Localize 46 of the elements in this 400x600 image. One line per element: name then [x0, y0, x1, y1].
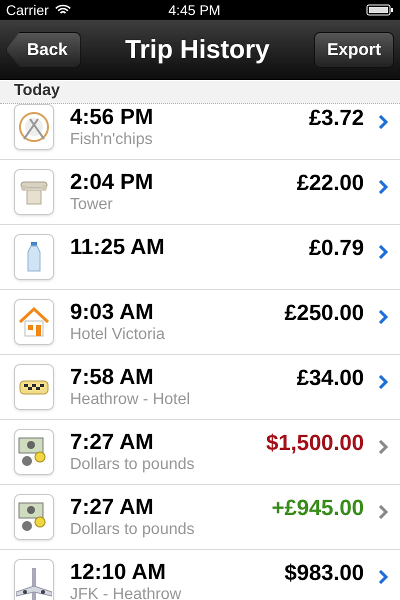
battery-icon [366, 4, 394, 16]
trip-amount: $1,500.00 [266, 429, 364, 457]
trip-time: 9:03 AM [70, 299, 155, 325]
trip-amount: £34.00 [296, 364, 364, 392]
trip-row[interactable]: 7:27 AM Dollars to pounds +£945.00 [0, 485, 400, 550]
wifi-icon [54, 4, 71, 16]
taxi-icon [14, 364, 54, 410]
trip-row[interactable]: 2:04 PM Tower £22.00 [0, 160, 400, 225]
trip-amount: £3.72 [308, 104, 364, 132]
trip-amount: £250.00 [284, 299, 364, 327]
trip-description: Heathrow - Hotel [70, 390, 192, 410]
trip-time: 4:56 PM [70, 104, 154, 130]
screen-title: Trip History [124, 33, 271, 66]
trip-amount: $983.00 [284, 559, 364, 587]
trip-description: Tower [70, 195, 114, 215]
plane-icon [14, 559, 54, 600]
trip-description: Dollars to pounds [70, 520, 196, 540]
trip-amount: £0.79 [308, 234, 364, 262]
trip-time: 11:25 AM [70, 234, 166, 260]
trip-row[interactable]: 12:10 AM JFK - Heathrow $983.00 [0, 550, 400, 600]
house-icon [14, 299, 54, 345]
trip-description: Hotel Victoria [70, 325, 166, 345]
trip-time: 7:27 AM [70, 494, 155, 520]
trip-time: 2:04 PM [70, 169, 154, 195]
money-icon [14, 494, 54, 540]
section-title: Today [14, 81, 60, 101]
trip-row[interactable]: 7:27 AM Dollars to pounds $1,500.00 [0, 420, 400, 485]
trip-description: JFK - Heathrow [70, 585, 182, 600]
trip-time: 7:58 AM [70, 364, 155, 390]
trip-description: Dollars to pounds [70, 455, 196, 475]
column-icon [14, 169, 54, 215]
trip-row[interactable]: 4:56 PM Fish'n'chips £3.72 [0, 104, 400, 160]
trip-row[interactable]: 7:58 AM Heathrow - Hotel £34.00 [0, 355, 400, 420]
trip-time: 12:10 AM [70, 559, 167, 585]
trip-amount: +£945.00 [272, 494, 364, 522]
trip-row[interactable]: 9:03 AM Hotel Victoria £250.00 [0, 290, 400, 355]
trip-time: 7:27 AM [70, 429, 155, 455]
export-button[interactable]: Export [314, 32, 394, 68]
bottle-icon [14, 234, 54, 280]
trip-row[interactable]: 11:25 AM £0.79 [0, 225, 400, 290]
money-icon [14, 429, 54, 475]
back-button[interactable]: Back [6, 32, 81, 68]
trip-amount: £22.00 [296, 169, 364, 197]
clock: 4:45 PM [167, 0, 222, 20]
carrier-name: Carrier [6, 0, 49, 20]
trip-description: Fish'n'chips [70, 130, 154, 150]
